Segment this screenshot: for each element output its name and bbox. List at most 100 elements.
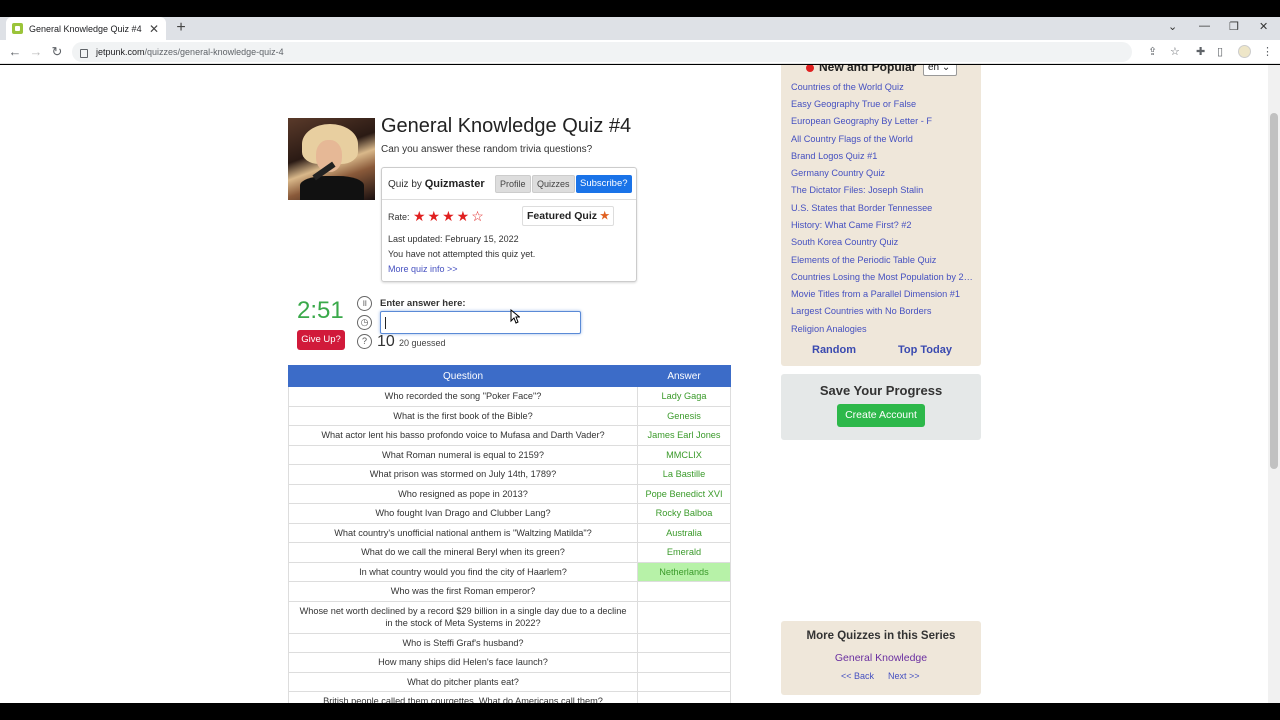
table-row: British people called them courgettes. W… <box>288 691 731 703</box>
series-back-link[interactable]: << Back <box>841 671 874 681</box>
browser-tab-strip: General Knowledge Quiz #4 ✕ + ⌄ — ❐ ✕ <box>0 17 1280 40</box>
answer-cell: Emerald <box>637 542 731 563</box>
profile-button[interactable]: Profile <box>495 175 531 193</box>
lock-icon <box>80 48 88 58</box>
page-scrollbar[interactable] <box>1268 65 1280 703</box>
save-progress-panel: Save Your Progress Create Account <box>781 374 981 440</box>
minimize-icon[interactable]: — <box>1199 20 1210 32</box>
answer-cell <box>637 632 731 653</box>
question-cell: What country's unofficial national anthe… <box>288 522 638 543</box>
browser-menu-icon[interactable]: ⋮ <box>1262 45 1273 58</box>
question-cell: Who is Steffi Graf's husband? <box>288 632 638 653</box>
answer-column-header: Answer <box>637 365 731 387</box>
scrollbar-thumb[interactable] <box>1270 113 1278 469</box>
tab-title: General Knowledge Quiz #4 <box>29 23 142 34</box>
enter-answer-label: Enter answer here: <box>380 298 466 309</box>
forward-arrow-icon[interactable]: → <box>29 44 43 59</box>
address-bar[interactable]: jetpunk.com/quizzes/general-knowledge-qu… <box>72 42 1132 62</box>
profile-avatar-icon[interactable] <box>1238 45 1251 58</box>
window-close-icon[interactable]: ✕ <box>1259 20 1268 33</box>
table-row: What prison was stormed on July 14th, 17… <box>288 464 731 485</box>
sidebar-link[interactable]: Religion Analogies <box>791 324 973 334</box>
sidebar-link[interactable]: Movie Titles from a Parallel Dimension #… <box>791 289 973 299</box>
question-cell: Who fought Ivan Drago and Clubber Lang? <box>288 503 638 524</box>
question-cell: Whose net worth declined by a record $29… <box>288 600 638 634</box>
sidebar-link[interactable]: Easy Geography True or False <box>791 99 973 109</box>
browser-tab[interactable]: General Knowledge Quiz #4 ✕ <box>6 17 166 40</box>
quizzes-button[interactable]: Quizzes <box>532 175 575 193</box>
question-cell: What is the first book of the Bible? <box>288 405 638 426</box>
extensions-puzzle-icon[interactable]: ✚ <box>1196 45 1205 58</box>
countdown-timer: 2:51 <box>297 297 344 324</box>
sidebar-link[interactable]: Countries of the World Quiz <box>791 82 973 92</box>
attempt-status-text: You have not attempted this quiz yet. <box>388 249 536 259</box>
author-name[interactable]: Quizmaster <box>425 178 485 190</box>
quiz-info-box: Quiz by Quizmaster Profile Quizzes Subsc… <box>381 167 637 282</box>
quiz-by-text: Quiz by Quizmaster <box>388 178 485 190</box>
table-row: Who was the first Roman emperor? <box>288 581 731 602</box>
series-name-link[interactable]: General Knowledge <box>781 652 981 664</box>
sidebar-link[interactable]: Elements of the Periodic Table Quiz <box>791 255 973 265</box>
new-and-popular-panel: New and Popular en ⌄ Countries of the Wo… <box>781 65 981 366</box>
quiz-subtitle: Can you answer these random trivia quest… <box>381 144 593 155</box>
last-updated-text: Last updated: February 15, 2022 <box>388 234 519 244</box>
sidebar-link[interactable]: European Geography By Letter - F <box>791 116 973 126</box>
answer-cell <box>637 600 731 634</box>
table-row: In what country would you find the city … <box>288 561 731 582</box>
quiz-answer-table: Question Answer Who recorded the song "P… <box>288 365 731 703</box>
subscribe-button[interactable]: Subscribe? <box>576 175 632 193</box>
screen-top-border <box>0 0 1280 17</box>
table-row: What do pitcher plants eat? <box>288 671 731 692</box>
series-next-link[interactable]: Next >> <box>888 671 920 681</box>
back-arrow-icon[interactable]: ← <box>8 44 22 59</box>
table-row: Whose net worth declined by a record $29… <box>288 600 731 634</box>
new-and-popular-title: New and Popular <box>819 65 917 74</box>
sidebar-link[interactable]: South Korea Country Quiz <box>791 237 973 247</box>
give-up-button[interactable]: Give Up? <box>297 330 345 350</box>
sidebar-link[interactable]: Largest Countries with No Borders <box>791 306 973 316</box>
share-icon[interactable]: ⇪ <box>1148 45 1157 58</box>
table-row: Who fought Ivan Drago and Clubber Lang? R… <box>288 503 731 524</box>
answer-cell: La Bastille <box>637 464 731 485</box>
sidebar-link[interactable]: The Dictator Files: Joseph Stalin <box>791 185 973 195</box>
bookmark-star-icon[interactable]: ☆ <box>1170 45 1180 58</box>
sidebar-link[interactable]: All Country Flags of the World <box>791 134 973 144</box>
help-question-icon[interactable]: ? <box>357 334 372 349</box>
quiz-title: General Knowledge Quiz #4 <box>381 115 632 137</box>
answer-cell: Australia <box>637 522 731 543</box>
maximize-icon[interactable]: ❐ <box>1229 20 1239 33</box>
answer-cell: Pope Benedict XVI <box>637 483 731 504</box>
tab-search-icon[interactable]: ⌄ <box>1168 20 1177 33</box>
score-count: 10 <box>377 333 395 350</box>
question-cell: What prison was stormed on July 14th, 17… <box>288 464 638 485</box>
question-cell: What do pitcher plants eat? <box>288 671 638 692</box>
more-quizzes-series-panel: More Quizzes in this Series General Know… <box>781 621 981 695</box>
random-button[interactable]: Random <box>812 344 856 356</box>
answer-cell: MMCLIX <box>637 444 731 465</box>
pause-icon[interactable]: ॥ <box>357 296 372 311</box>
jetpunk-favicon-icon <box>12 23 23 34</box>
question-cell: Who resigned as pope in 2013? <box>288 483 638 504</box>
table-row: How many ships did Helen's face launch? <box>288 652 731 673</box>
featured-star-icon: ★ <box>599 210 610 222</box>
question-cell: What Roman numeral is equal to 2159? <box>288 444 638 465</box>
side-panel-icon[interactable]: ▯ <box>1217 45 1223 58</box>
more-quiz-info-link[interactable]: More quiz info >> <box>388 264 458 274</box>
text-caret <box>385 317 386 329</box>
create-account-button[interactable]: Create Account <box>837 404 925 427</box>
sidebar-link[interactable]: Brand Logos Quiz #1 <box>791 151 973 161</box>
tab-close-icon[interactable]: ✕ <box>148 22 160 36</box>
sidebar-link[interactable]: Countries Losing the Most Population by … <box>791 272 973 282</box>
answer-input[interactable] <box>380 311 581 334</box>
question-cell: In what country would you find the city … <box>288 561 638 582</box>
table-header-row: Question Answer <box>288 365 731 387</box>
sidebar-link[interactable]: Germany Country Quiz <box>791 168 973 178</box>
reload-icon[interactable]: ↻ <box>50 44 64 60</box>
language-select[interactable]: en ⌄ <box>923 65 957 76</box>
new-tab-button[interactable]: + <box>172 19 190 37</box>
sidebar-link[interactable]: U.S. States that Border Tennessee <box>791 203 973 213</box>
top-today-button[interactable]: Top Today <box>898 344 952 356</box>
more-quizzes-title: More Quizzes in this Series <box>806 630 956 642</box>
rating-stars[interactable]: ★★★★☆ <box>413 208 486 225</box>
sidebar-link[interactable]: History: What Came First? #2 <box>791 220 973 230</box>
